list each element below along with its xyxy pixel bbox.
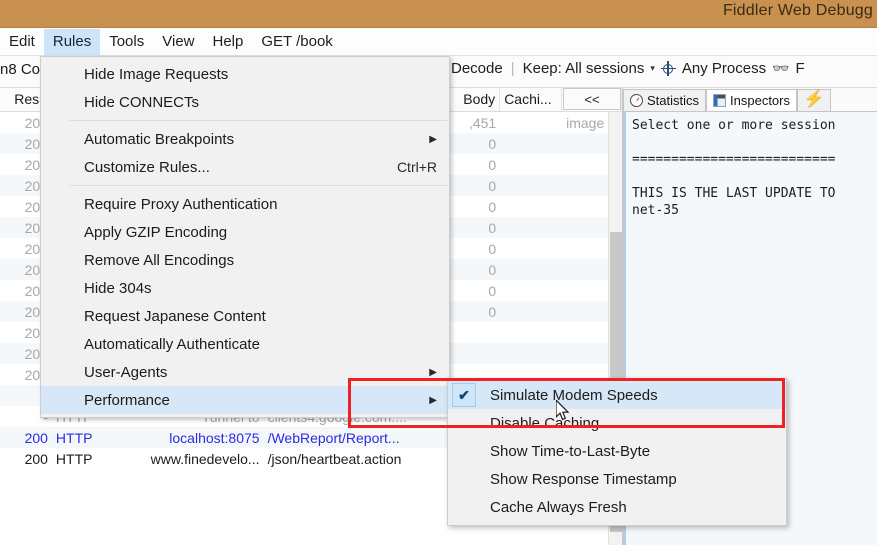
menu-item-label: Request Japanese Content	[84, 307, 266, 325]
column-header-caching[interactable]: Cachi...	[500, 88, 563, 111]
inspector-line: THIS IS THE LAST UPDATE TO	[632, 186, 836, 201]
menubar-item-tools[interactable]: Tools	[100, 29, 153, 56]
session-host: www.finedevelo...	[150, 450, 260, 467]
chevron-right-icon: ▶	[429, 394, 437, 406]
menubar-item-help[interactable]: Help	[204, 29, 253, 56]
checkmark-icon: ✔	[452, 383, 476, 407]
submenu-item-show-time-to-last-byte[interactable]: Show Time-to-Last-Byte	[448, 437, 786, 465]
submenu-item-label: Show Time-to-Last-Byte	[490, 442, 651, 460]
grid-icon	[713, 93, 727, 107]
menu-item-performance[interactable]: Performance ▶	[41, 386, 449, 414]
menu-item-label: Hide Image Requests	[84, 65, 229, 83]
menubar-item-view[interactable]: View	[153, 29, 203, 56]
collapse-panel-button[interactable]: <<	[563, 88, 621, 110]
menu-item-automatically-authenticate[interactable]: Automatically Authenticate	[41, 330, 449, 358]
chevron-right-icon: ▶	[429, 133, 437, 145]
menu-item-label: Hide 304s	[84, 279, 152, 297]
chevron-right-icon: ▶	[429, 366, 437, 378]
menubar-item-edit[interactable]: Edit	[0, 29, 44, 56]
menubar-item-get-book[interactable]: GET /book	[252, 29, 341, 56]
menu-item-apply-gzip-encoding[interactable]: Apply GZIP Encoding	[41, 218, 449, 246]
tab-inspectors[interactable]: Inspectors	[706, 89, 797, 111]
session-protocol: HTTP	[55, 429, 93, 446]
tab-statistics[interactable]: Statistics	[623, 89, 707, 111]
menu-item-user-agents[interactable]: User-Agents ▶	[41, 358, 449, 386]
menu-item-hide-image-requests[interactable]: Hide Image Requests	[41, 60, 449, 88]
rules-menu[interactable]: Hide Image Requests Hide CONNECTs Automati…	[40, 56, 450, 418]
inspector-line	[632, 134, 877, 151]
submenu-item-label: Simulate Modem Speeds	[490, 386, 658, 404]
menu-item-label: User-Agents	[84, 363, 168, 381]
session-host: localhost:8075	[169, 429, 260, 446]
submenu-item-simulate-modem-speeds[interactable]: ✔ Simulate Modem Speeds	[448, 381, 786, 409]
menu-item-remove-all-encodings[interactable]: Remove All Encodings	[41, 246, 449, 274]
submenu-item-label: Cache Always Fresh	[490, 498, 627, 516]
menu-bar: Edit Rules Tools View Help GET /book	[0, 28, 877, 56]
tab-label: Inspectors	[730, 92, 790, 108]
any-process-button[interactable]: Any Process	[682, 60, 766, 77]
title-bar: Fiddler Web Debugg	[0, 0, 877, 28]
inspector-tabs: Statistics Inspectors ⚡	[623, 88, 877, 112]
window-title: Fiddler Web Debugg	[722, 2, 873, 19]
menu-item-label: Automatic Breakpoints	[84, 130, 235, 148]
performance-submenu[interactable]: ✔ Simulate Modem Speeds Disable Caching Sho…	[447, 378, 787, 526]
inspector-line: Select one or more session	[632, 118, 836, 133]
keep-sessions-dropdown[interactable]: Keep: All sessions	[523, 60, 645, 77]
menu-separator	[69, 120, 447, 121]
binoculars-icon[interactable]: 👓	[772, 60, 789, 77]
menu-item-hide-connects[interactable]: Hide CONNECTs	[41, 88, 449, 116]
session-result: 200	[24, 450, 48, 467]
menu-item-hide-304s[interactable]: Hide 304s	[41, 274, 449, 302]
session-url: /WebReport/Report...	[267, 429, 400, 446]
menubar-item-rules[interactable]: Rules	[43, 28, 101, 56]
menu-item-label: Hide CONNECTs	[84, 93, 200, 111]
menu-item-label: Performance	[84, 391, 170, 409]
inspector-line: ==========================	[632, 152, 836, 167]
menu-item-label: Remove All Encodings	[84, 251, 235, 269]
session-result: 200	[24, 429, 48, 446]
menu-item-label: Customize Rules...	[84, 158, 210, 176]
menu-item-shortcut: Ctrl+R	[396, 159, 437, 175]
menu-item-label: Automatically Authenticate	[84, 335, 260, 353]
find-label[interactable]: F	[796, 60, 805, 77]
menu-item-require-proxy-authentication[interactable]: Require Proxy Authentication	[41, 190, 449, 218]
toolbar-truncated-label: n8 Co	[0, 61, 41, 78]
session-protocol: HTTP	[55, 450, 93, 467]
menu-item-label: Require Proxy Authentication	[84, 195, 278, 213]
submenu-item-cache-always-fresh[interactable]: Cache Always Fresh	[448, 493, 786, 521]
session-url: /json/heartbeat.action	[267, 450, 402, 467]
submenu-item-show-response-timestamp[interactable]: Show Response Timestamp	[448, 465, 786, 493]
submenu-item-label: Disable Caching	[490, 414, 600, 432]
submenu-item-label: Show Response Timestamp	[490, 470, 677, 488]
submenu-item-disable-caching[interactable]: Disable Caching	[448, 409, 786, 437]
inspector-line	[632, 168, 877, 185]
bolt-icon: ⚡	[804, 91, 824, 108]
menu-item-request-japanese-content[interactable]: Request Japanese Content	[41, 302, 449, 330]
crosshair-icon[interactable]	[660, 61, 676, 76]
tab-label: Statistics	[647, 92, 700, 108]
menu-separator	[69, 185, 447, 186]
mouse-cursor	[555, 398, 570, 427]
decode-button[interactable]: Decode	[451, 60, 503, 77]
toolbar-separator: |	[510, 60, 515, 77]
chevron-down-icon[interactable]: ▾	[650, 63, 655, 74]
menu-item-automatic-breakpoints[interactable]: Automatic Breakpoints ▶	[41, 125, 449, 153]
menu-item-label: Apply GZIP Encoding	[84, 223, 228, 241]
fiddler-window: Fiddler Web Debugg Edit Rules Tools View Hel…	[0, 0, 877, 545]
inspector-line: net-35	[632, 203, 679, 218]
clock-icon	[630, 93, 643, 107]
menu-item-customize-rules[interactable]: Customize Rules... Ctrl+R	[41, 153, 449, 181]
tab-autoresponder[interactable]: ⚡	[797, 89, 831, 111]
